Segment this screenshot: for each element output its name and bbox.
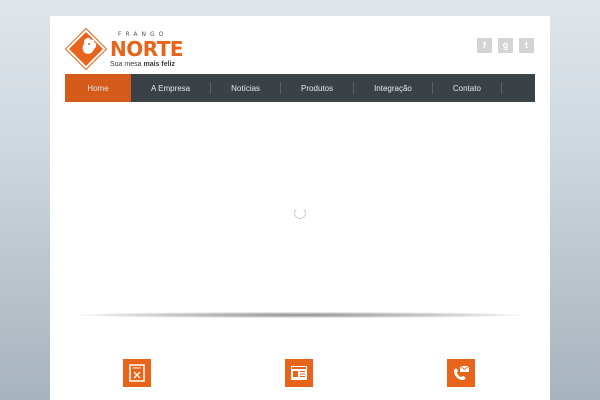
nav-item-contato[interactable]: Contato bbox=[433, 74, 501, 102]
tagline-prefix: Sua mesa bbox=[110, 61, 142, 68]
brand-tagline: Sua mesa mais feliz bbox=[110, 61, 175, 68]
section-shadow-divider bbox=[80, 312, 520, 318]
twitter-icon[interactable]: t bbox=[519, 38, 534, 53]
page-container: FRANGO NORTE Sua mesa mais feliz f g t H… bbox=[50, 16, 550, 400]
nav-item-home[interactable]: Home bbox=[65, 74, 131, 102]
logo[interactable]: FRANGO NORTE Sua mesa mais feliz bbox=[66, 29, 184, 71]
nav-item-integracao[interactable]: Integração bbox=[354, 74, 432, 102]
facebook-icon[interactable]: f bbox=[477, 38, 492, 53]
main-nav: Home A Empresa Notícias Produtos Integra… bbox=[65, 74, 535, 102]
nav-item-a-empresa[interactable]: A Empresa bbox=[131, 74, 210, 102]
google-plus-icon[interactable]: g bbox=[498, 38, 513, 53]
recipe-book-icon[interactable] bbox=[123, 359, 151, 387]
loading-spinner-icon bbox=[294, 207, 306, 219]
social-links: f g t bbox=[477, 38, 534, 53]
nav-item-noticias[interactable]: Notícias bbox=[211, 74, 280, 102]
nav-divider bbox=[500, 82, 502, 94]
phone-mail-icon[interactable] bbox=[447, 359, 475, 387]
brand-name: NORTE bbox=[110, 37, 184, 61]
tagline-bold: mais feliz bbox=[143, 61, 175, 68]
nav-item-produtos[interactable]: Produtos bbox=[281, 74, 353, 102]
hen-icon bbox=[82, 37, 97, 54]
newspaper-icon[interactable] bbox=[285, 359, 313, 387]
